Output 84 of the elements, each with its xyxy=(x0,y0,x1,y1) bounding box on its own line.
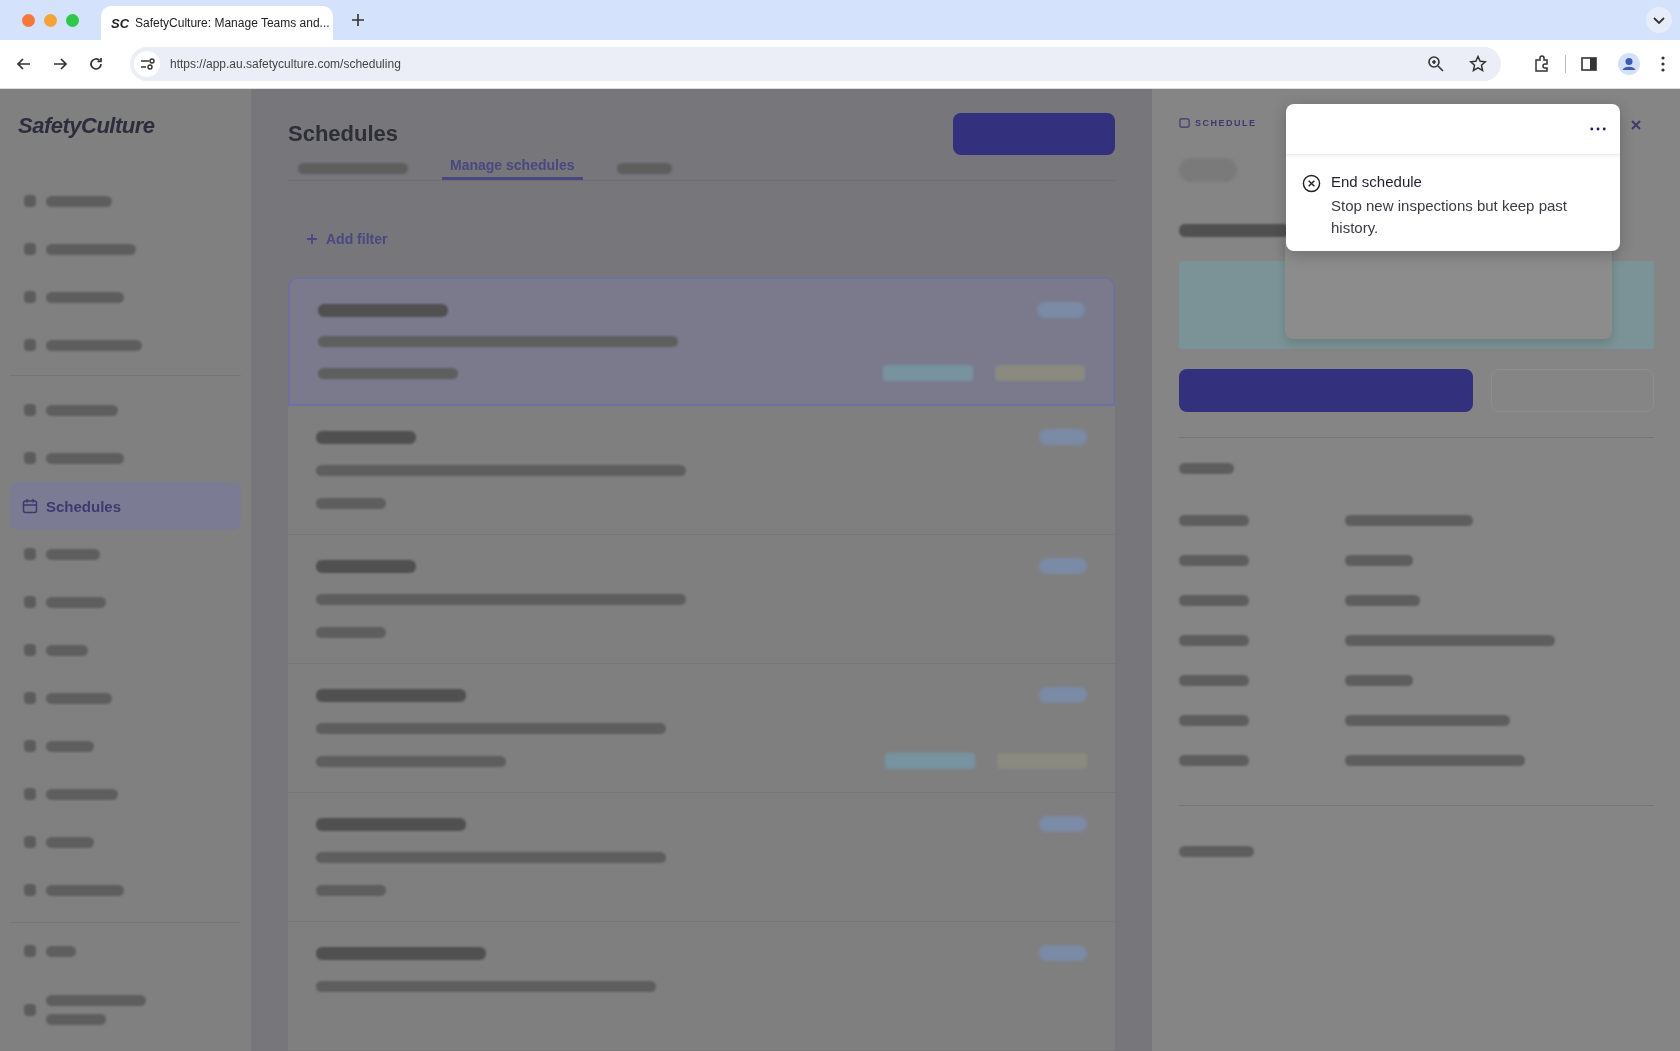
tab-logo: SC xyxy=(111,15,130,31)
blurred-text xyxy=(46,195,112,207)
blurred-icon xyxy=(24,452,36,464)
schedule-card[interactable] xyxy=(288,793,1115,922)
blurred-text xyxy=(1179,634,1249,646)
blurred-text xyxy=(46,644,88,656)
schedule-card[interactable] xyxy=(288,277,1115,406)
blurred-text xyxy=(1179,554,1249,566)
blurred-text xyxy=(1179,463,1234,474)
blurred-text xyxy=(46,692,112,704)
zoom-icon[interactable] xyxy=(1427,55,1445,73)
star-icon[interactable] xyxy=(1469,55,1487,73)
blurred-text xyxy=(316,497,386,509)
page-title: Schedules xyxy=(288,120,399,147)
blurred-text xyxy=(1345,674,1413,686)
schedule-card[interactable] xyxy=(288,664,1115,793)
blurred-text xyxy=(1179,754,1249,766)
tab-title: SafetyCulture: Manage Teams and... xyxy=(135,16,330,30)
blurred-icon xyxy=(24,243,36,255)
blurred-text xyxy=(46,548,100,560)
blurred-badge xyxy=(1037,302,1085,318)
close-window-icon[interactable] xyxy=(22,13,35,27)
blurred-icon xyxy=(24,404,36,416)
blurred-icon xyxy=(24,836,36,848)
blurred-text xyxy=(46,836,94,848)
calendar-icon xyxy=(22,498,38,514)
back-arrow-icon[interactable] xyxy=(16,56,32,72)
blurred-badge xyxy=(1039,429,1087,445)
address-field[interactable]: https://app.au.safetyculture.com/scheduling xyxy=(130,47,1501,81)
blurred-icon xyxy=(24,596,36,608)
site-settings-icon[interactable] xyxy=(134,51,160,77)
maximize-window-icon[interactable] xyxy=(66,13,79,27)
blurred-text xyxy=(46,1014,106,1025)
plus-icon xyxy=(306,233,318,245)
blurred-icon xyxy=(24,339,36,351)
close-circle-icon xyxy=(1302,174,1321,193)
menu-item-label: End schedule xyxy=(1331,173,1423,190)
blurred-icon xyxy=(24,548,36,560)
calendar-icon xyxy=(1179,117,1190,128)
browser-tab[interactable]: SC SafetyCulture: Manage Teams and... xyxy=(101,6,333,40)
blurred-icon xyxy=(24,945,36,957)
blurred-icon xyxy=(24,788,36,800)
schedule-card[interactable] xyxy=(288,535,1115,664)
blurred-badge xyxy=(1039,687,1087,703)
blurred-icon xyxy=(24,884,36,896)
blurred-icon xyxy=(24,195,36,207)
minimize-window-icon[interactable] xyxy=(44,13,57,27)
schedule-card[interactable] xyxy=(288,406,1115,535)
blurred-text xyxy=(1345,554,1413,566)
blurred-icon xyxy=(24,291,36,303)
logo: SafetyCulture xyxy=(18,113,156,139)
blurred-button[interactable] xyxy=(953,112,1115,155)
menu-item-description: Stop new inspections but keep past history. xyxy=(1331,196,1568,238)
blurred-text xyxy=(1179,714,1249,726)
blurred-text xyxy=(1179,514,1249,526)
blurred-icon xyxy=(24,740,36,752)
blurred-text xyxy=(46,404,118,416)
profile-icon[interactable] xyxy=(1618,53,1640,75)
blurred-icon xyxy=(24,644,36,656)
reload-icon[interactable] xyxy=(88,56,104,72)
blurred-icon xyxy=(24,692,36,704)
blurred-text xyxy=(316,884,386,896)
blurred-badge xyxy=(1039,558,1087,574)
chevron-down-icon[interactable] xyxy=(1646,7,1672,33)
schedule-card[interactable] xyxy=(288,922,1115,1051)
blurred-text xyxy=(1179,594,1249,606)
blurred-badge xyxy=(1039,816,1087,832)
more-vertical-icon[interactable] xyxy=(1660,55,1666,73)
blurred-text xyxy=(316,626,386,638)
blurred-text xyxy=(46,945,76,957)
blurred-text xyxy=(46,788,118,800)
puzzle-icon[interactable] xyxy=(1533,55,1551,73)
close-icon[interactable] xyxy=(1630,119,1642,131)
panel-label: SCHEDULE xyxy=(1179,117,1257,128)
forward-arrow-icon[interactable] xyxy=(52,56,68,72)
blurred-text xyxy=(1179,674,1249,686)
plus-icon[interactable] xyxy=(351,13,365,27)
blurred-badge xyxy=(1039,945,1087,961)
menu-item[interactable]: End schedule Stop new inspections but keep past history. xyxy=(1286,155,1620,239)
more-icon[interactable] xyxy=(1590,127,1606,131)
side-panel-icon[interactable] xyxy=(1580,55,1598,73)
blurred-icon xyxy=(24,1004,36,1016)
blurred-text xyxy=(46,740,94,752)
blurred-text xyxy=(46,596,106,608)
